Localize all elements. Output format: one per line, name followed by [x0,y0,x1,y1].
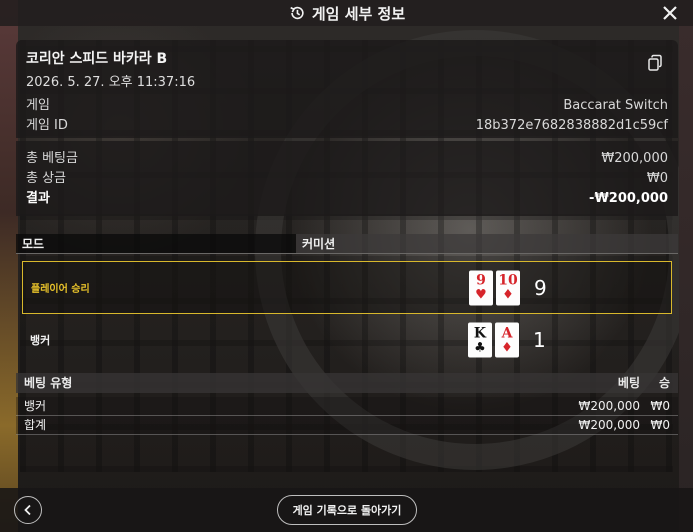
banker-outcome-row: 뱅커 K ♣ A ♦ 1 [22,318,672,362]
totals-panel: 총 베팅금 ₩200,000 총 상금 ₩0 결과 -₩200,000 [16,141,678,216]
player-score: 9 [534,275,547,300]
footer-bar: 게임 기록으로 돌아가기 [0,488,693,532]
background-right-strip [679,0,693,532]
header-title-group: 게임 세부 정보 [288,3,405,24]
header-bar: 게임 세부 정보 [0,0,693,26]
bet-type-header: 베팅 유형 [24,376,73,390]
mode-value: 커미션 [296,234,678,254]
mode-bar: 모드 커미션 [16,234,678,254]
playing-card: 9 ♥ [469,270,493,305]
diamond-suit-icon: ♦ [501,340,513,355]
player-cards: 9 ♥ 10 ♦ [469,270,520,305]
win-amount-cell: ₩0 [650,418,671,432]
total-bet-label: 총 베팅금 [26,151,78,166]
banker-outcome-label: 뱅커 [30,334,51,347]
close-button[interactable] [659,2,681,24]
chevron-left-icon [24,504,31,516]
playing-card: K ♣ [468,322,492,358]
copy-button[interactable] [646,54,664,72]
bet-type-cell: 뱅커 [24,399,47,413]
table-name: 코리안 스피드 바카라 B [26,51,168,67]
bets-table-header: 베팅 유형 베팅 승 [16,373,678,393]
heart-suit-icon: ♥ [475,287,487,303]
mode-label: 모드 [16,234,296,254]
history-icon [290,6,304,20]
bet-type-cell: 합계 [24,418,47,432]
diamond-suit-icon: ♦ [502,287,514,303]
card-rank: A [501,325,513,341]
game-value: Baccarat Switch [563,98,668,113]
game-id-value: 18b372e7682838882d1c59cf [475,118,668,133]
game-row: 게임 Baccarat Switch [26,96,668,116]
bet-amount-cell: ₩200,000 [578,399,641,413]
copy-icon [648,54,662,71]
banker-cards: K ♣ A ♦ [468,322,519,358]
page-title: 게임 세부 정보 [311,4,406,23]
card-rank: 10 [498,272,518,289]
game-id-label: 게임 ID [26,118,68,133]
table-row: 합계 ₩200,000 ₩0 [16,416,678,435]
table-row: 뱅커 ₩200,000 ₩0 [16,397,678,416]
bets-table: 베팅 유형 베팅 승 뱅커 ₩200,000 ₩0 합계 ₩200,000 ₩0 [16,373,678,435]
total-win-label: 총 상금 [26,171,67,186]
result-row: 결과 -₩200,000 [26,189,668,209]
player-outcome-label: 플레이어 승리 [31,284,90,295]
card-rank: 9 [476,272,486,289]
total-win-row: 총 상금 ₩0 [26,169,668,189]
game-label: 게임 [26,98,50,113]
bet-amount-header: 베팅 [617,376,640,390]
total-bet-row: 총 베팅금 ₩200,000 [26,149,668,169]
win-amount-cell: ₩0 [650,399,671,413]
bet-amount-cell: ₩200,000 [578,418,641,432]
return-to-history-button[interactable]: 게임 기록으로 돌아가기 [277,495,417,525]
club-suit-icon: ♣ [474,340,486,355]
close-icon [663,6,677,20]
player-outcome-row: 플레이어 승리 9 ♥ 10 ♦ 9 [22,261,672,314]
total-win-value: ₩0 [646,171,668,186]
win-amount-header: 승 [658,376,670,390]
back-button[interactable] [14,496,42,524]
game-datetime: 2026. 5. 27. 오후 11:37:16 [26,75,196,90]
playing-card: 10 ♦ [496,270,520,305]
result-label: 결과 [26,191,50,206]
playing-card: A ♦ [495,322,519,358]
result-value: -₩200,000 [589,191,668,206]
game-id-row: 게임 ID 18b372e7682838882d1c59cf [26,116,668,136]
banker-score: 1 [533,328,546,352]
game-info-panel: 코리안 스피드 바카라 B 2026. 5. 27. 오후 11:37:16 게… [16,40,678,138]
card-rank: K [473,325,487,341]
total-bet-value: ₩200,000 [601,151,668,166]
